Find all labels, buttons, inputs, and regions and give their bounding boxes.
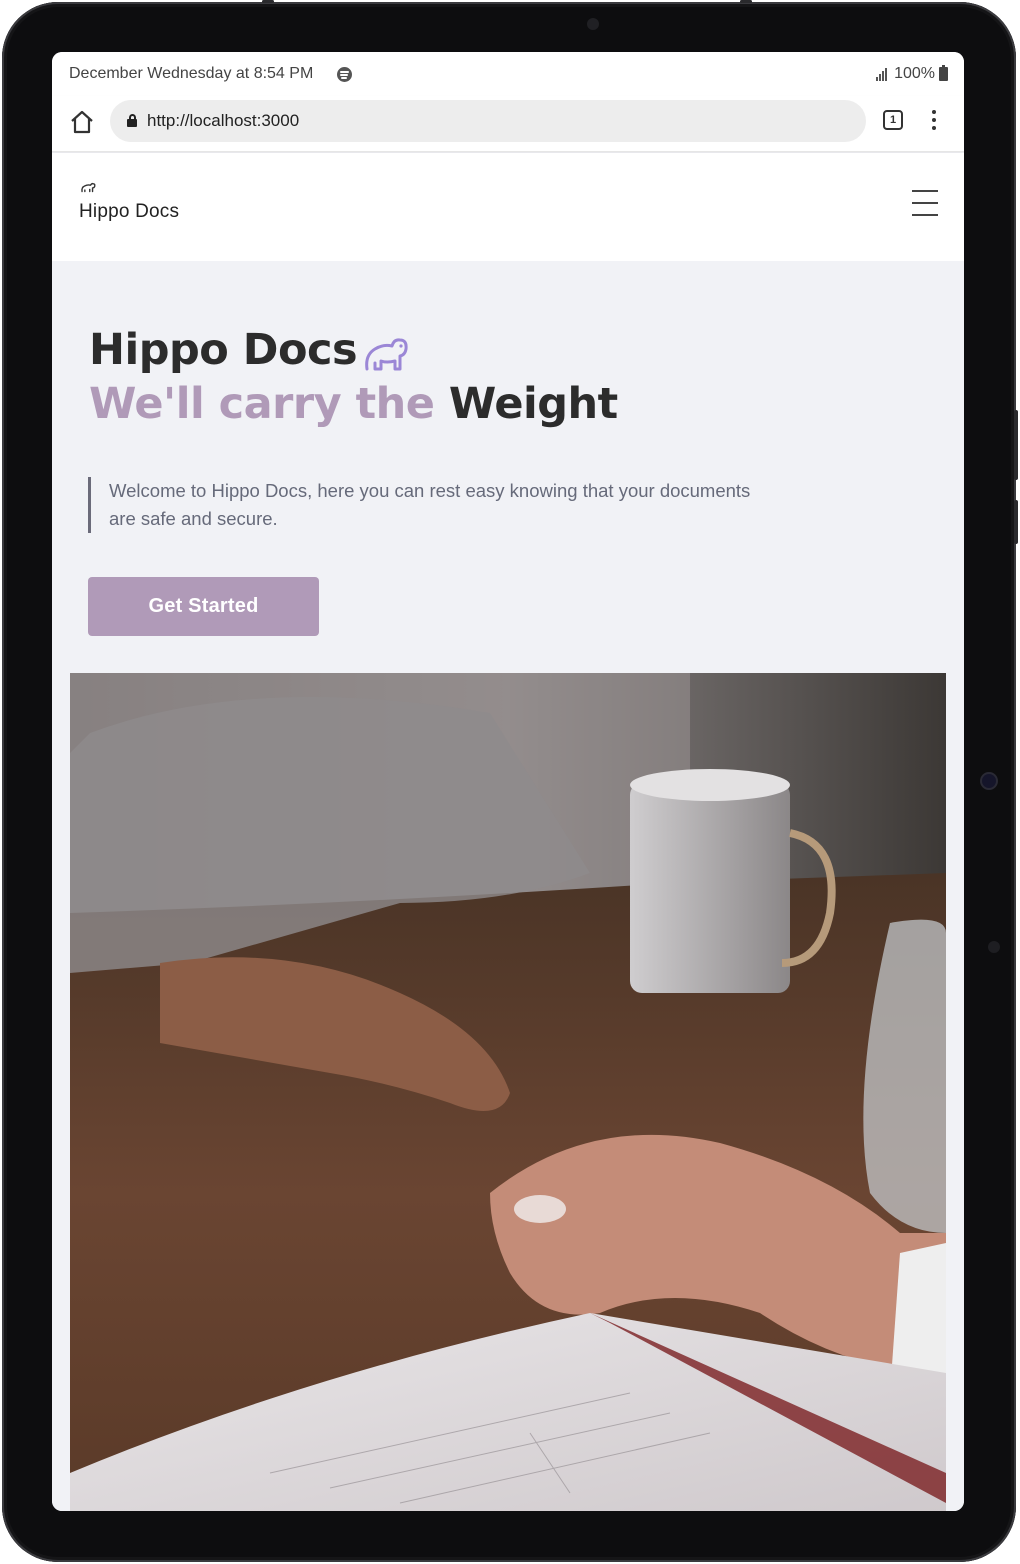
lock-icon [127, 114, 137, 127]
power-button [1014, 500, 1018, 544]
hero-section: Hippo Docs We'll carry the Weight Welcom… [52, 261, 964, 1511]
battery-percent: 100% [894, 65, 935, 82]
get-started-button[interactable]: Get Started [88, 577, 319, 636]
hippo-icon [363, 335, 409, 375]
nav-brand[interactable]: Hippo Docs [79, 201, 179, 223]
battery-icon [939, 65, 948, 81]
hero-photo [70, 673, 946, 1511]
address-bar[interactable]: http://localhost:3000 [110, 100, 866, 142]
more-vert-icon[interactable] [926, 108, 942, 132]
side-camera [982, 774, 996, 788]
hero-subtitle-accent: We'll carry the [89, 379, 435, 429]
screen: December Wednesday at 8:54 PM 100% http:… [52, 52, 964, 1511]
home-icon[interactable] [68, 108, 96, 136]
site-navbar: Hippo Docs [52, 153, 964, 261]
hippo-icon[interactable] [79, 181, 97, 195]
hero-title: Hippo Docs [89, 325, 358, 375]
front-camera [587, 18, 599, 30]
side-sensor [988, 941, 1000, 953]
top-button [262, 0, 274, 3]
url-text[interactable]: http://localhost:3000 [147, 111, 299, 131]
hamburger-menu-icon[interactable] [912, 189, 938, 217]
status-right: 100% [876, 65, 948, 83]
spotify-icon [337, 67, 352, 82]
hero-subtitle: We'll carry the Weight [89, 379, 618, 429]
hero-description: Welcome to Hippo Docs, here you can rest… [88, 477, 768, 533]
top-button [740, 0, 752, 3]
volume-button [1014, 410, 1018, 480]
signal-icon [876, 67, 890, 81]
status-time: December Wednesday at 8:54 PM [69, 65, 314, 82]
tabs-icon[interactable]: 1 [883, 110, 903, 130]
hero-subtitle-dark: Weight [448, 379, 618, 429]
browser-toolbar: http://localhost:3000 1 [52, 96, 964, 152]
status-bar: December Wednesday at 8:54 PM 100% [52, 52, 964, 96]
